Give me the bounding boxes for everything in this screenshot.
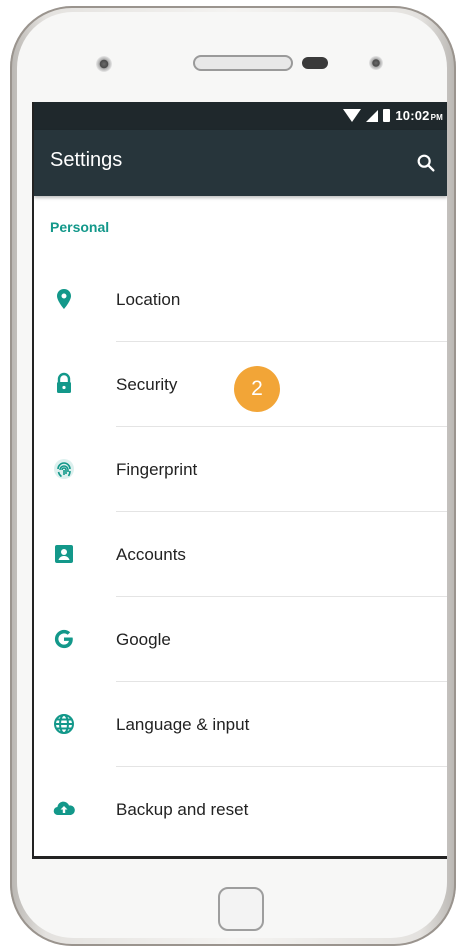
status-icons: 10:02PM [343, 108, 443, 123]
wifi-icon [343, 109, 362, 122]
phone-screen: 10:02PM Settings Personal Location Secur… [32, 102, 447, 859]
google-icon [52, 627, 76, 651]
sensor-icon [369, 56, 383, 70]
settings-item-label: Accounts [116, 545, 186, 564]
search-icon[interactable] [415, 152, 437, 174]
settings-item-label: Fingerprint [116, 460, 198, 479]
settings-item-fingerprint[interactable]: Fingerprint [34, 427, 447, 512]
account-icon [52, 542, 76, 566]
clock: 10:02PM [395, 108, 443, 123]
cloud-upload-icon [52, 797, 76, 821]
settings-item-language-input[interactable]: Language & input [34, 682, 447, 767]
front-camera-icon [96, 56, 112, 72]
section-header-personal: Personal [50, 219, 110, 235]
settings-item-label: Backup and reset [116, 800, 249, 819]
settings-item-label: Location [116, 290, 181, 309]
globe-icon [52, 712, 76, 736]
proximity-sensor [302, 57, 328, 69]
lock-icon [52, 372, 76, 396]
fingerprint-icon [52, 457, 76, 481]
status-bar: 10:02PM [34, 102, 447, 130]
battery-icon [383, 109, 391, 122]
settings-item-location[interactable]: Location [34, 257, 447, 342]
settings-list: Location Security Fingerprint Accounts G… [34, 257, 447, 852]
settings-item-accounts[interactable]: Accounts [34, 512, 447, 597]
page-title: Settings [50, 149, 123, 171]
settings-item-backup-reset[interactable]: Backup and reset [34, 767, 447, 852]
signal-icon [366, 109, 379, 122]
settings-item-google[interactable]: Google [34, 597, 447, 682]
earpiece-speaker [193, 55, 293, 71]
location-pin-icon [52, 287, 76, 311]
home-button[interactable] [218, 887, 264, 931]
settings-item-label: Security [116, 375, 178, 394]
settings-item-label: Google [116, 630, 171, 649]
step-number-badge: 2 [234, 366, 280, 412]
app-bar: Settings [34, 130, 447, 196]
settings-item-label: Language & input [116, 715, 250, 734]
